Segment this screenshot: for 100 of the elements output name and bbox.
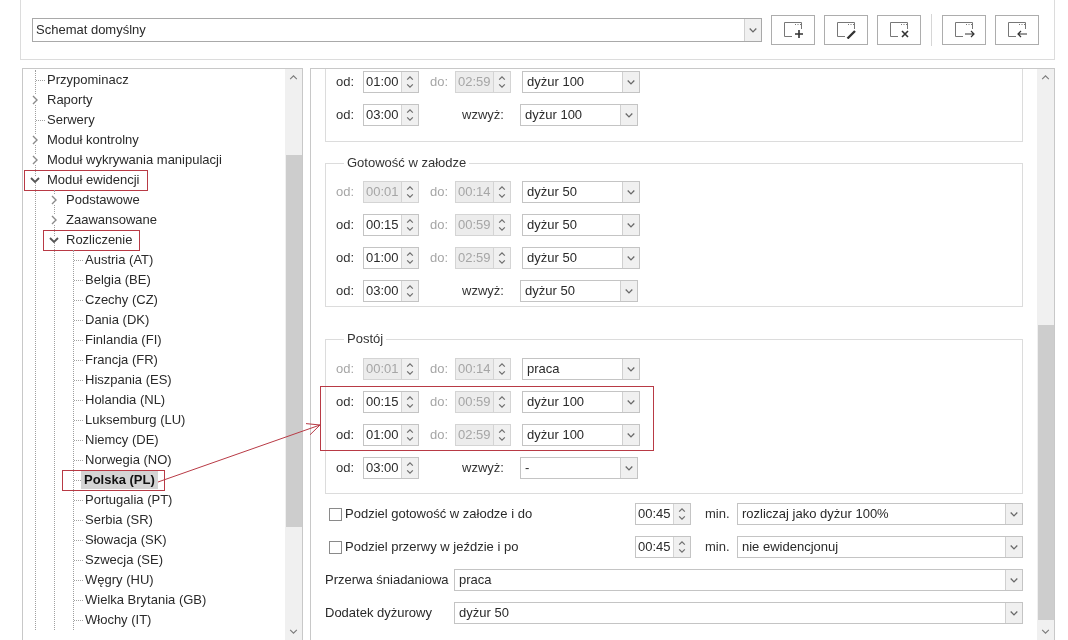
scrollbar[interactable]	[1037, 69, 1054, 640]
time-spinner[interactable]: 03:00	[363, 280, 419, 302]
to-label: do:	[430, 393, 450, 412]
spin-arrows-icon[interactable]	[401, 281, 418, 301]
chevron-down-icon[interactable]	[30, 177, 40, 183]
tree-item[interactable]: Podstawowe	[65, 191, 141, 209]
scrollbar-thumb[interactable]	[285, 155, 302, 527]
dropdown[interactable]: dyżur 100	[522, 424, 640, 446]
chevron-down-icon[interactable]	[1041, 629, 1050, 634]
spin-arrows-icon[interactable]	[673, 504, 690, 524]
chevron-up-icon[interactable]	[289, 75, 298, 80]
dropdown[interactable]: dyżur 100	[522, 391, 640, 413]
window-arrow-right-icon	[953, 20, 975, 39]
window-plus-icon	[782, 20, 804, 39]
time-spinner[interactable]: 00:15	[363, 391, 419, 413]
time-spinner[interactable]: 00:45	[635, 503, 691, 525]
spin-arrows-icon[interactable]	[401, 392, 418, 412]
time-spinner[interactable]: 01:00	[363, 424, 419, 446]
from-label: od:	[336, 393, 356, 412]
time-spinner[interactable]: 03:00	[363, 457, 419, 479]
edit-button[interactable]	[824, 14, 868, 45]
to-label: do:	[430, 183, 450, 202]
tree-item[interactable]: Polska (PL)	[81, 471, 158, 489]
tree-item[interactable]: Belgia (BE)	[84, 271, 152, 289]
checkbox[interactable]	[329, 507, 342, 521]
time-spinner[interactable]: 00:45	[635, 536, 691, 558]
upward-label: wzwyż:	[462, 282, 505, 301]
dropdown[interactable]: nie ewidencjonuj	[737, 536, 1023, 558]
tree-item[interactable]: Dania (DK)	[84, 311, 151, 329]
from-label: od:	[336, 73, 356, 92]
time-spinner[interactable]: 03:00	[363, 104, 419, 126]
tree-item[interactable]: Finlandia (FI)	[84, 331, 163, 349]
tree-item[interactable]: Rozliczenie	[65, 231, 134, 249]
dropdown[interactable]: dyżur 50	[522, 181, 640, 203]
dropdown[interactable]: praca	[522, 358, 640, 380]
tree-item[interactable]: Czechy (CZ)	[84, 291, 159, 309]
tree-item[interactable]: Przypominacz	[46, 71, 130, 89]
to-label: do:	[430, 249, 450, 268]
scrollbar-thumb[interactable]	[1037, 325, 1054, 620]
tree-item[interactable]: Moduł wykrywania manipulacji	[46, 151, 223, 169]
dropdown[interactable]: dyżur 100	[522, 71, 640, 93]
from-label: od:	[336, 216, 356, 235]
tree-item[interactable]: Luksemburg (LU)	[84, 411, 187, 429]
tree-item[interactable]: Portugalia (PT)	[84, 491, 174, 509]
checkbox[interactable]	[329, 540, 342, 554]
to-label: do:	[430, 360, 450, 379]
spin-arrows-icon[interactable]	[401, 105, 418, 125]
spin-arrows-icon[interactable]	[401, 72, 418, 92]
tree-item[interactable]: Niemcy (DE)	[84, 431, 160, 449]
tree-item[interactable]: Francja (FR)	[84, 351, 159, 369]
tree-item[interactable]: Szwecja (SE)	[84, 551, 165, 569]
add-button[interactable]	[771, 14, 815, 45]
tree-item[interactable]: Włochy (IT)	[84, 611, 153, 629]
scrollbar[interactable]	[285, 69, 302, 640]
tree-item[interactable]: Serwery	[46, 111, 96, 129]
to-label: do:	[430, 73, 450, 92]
time-spinner[interactable]: 01:00	[363, 247, 419, 269]
tree-item[interactable]: Hiszpania (ES)	[84, 371, 173, 389]
import-button[interactable]	[995, 14, 1039, 45]
tree-item[interactable]: Holandia (NL)	[84, 391, 167, 409]
time-spinner[interactable]: 00:15	[363, 214, 419, 236]
from-label: od:	[336, 360, 356, 379]
delete-button[interactable]	[877, 14, 921, 45]
chevron-right-icon[interactable]	[51, 215, 57, 225]
chevron-right-icon[interactable]	[32, 155, 38, 165]
checkbox-label: Podziel przerwy w jeździe i po	[345, 538, 520, 557]
tree-item[interactable]: Serbia (SR)	[84, 511, 154, 529]
spin-arrows-icon[interactable]	[401, 425, 418, 445]
chevron-right-icon[interactable]	[51, 195, 57, 205]
dropdown[interactable]: dyżur 50	[522, 247, 640, 269]
spin-arrows-icon[interactable]	[401, 458, 418, 478]
spin-arrows-icon[interactable]	[401, 248, 418, 268]
dropdown[interactable]: dyżur 50	[522, 214, 640, 236]
dropdown[interactable]: dyżur 50	[454, 602, 1023, 624]
tree-item[interactable]: Raporty	[46, 91, 94, 109]
spin-arrows-icon[interactable]	[673, 537, 690, 557]
unit-label: min.	[705, 505, 729, 524]
tree-item[interactable]: Austria (AT)	[84, 251, 155, 269]
dropdown[interactable]: dyżur 100	[520, 104, 638, 126]
tree-item[interactable]: Słowacja (SK)	[84, 531, 168, 549]
chevron-up-icon[interactable]	[1041, 75, 1050, 80]
chevron-right-icon[interactable]	[32, 135, 38, 145]
tree-item[interactable]: Węgry (HU)	[84, 571, 155, 589]
spin-arrows-icon[interactable]	[401, 215, 418, 235]
tree-item[interactable]: Moduł kontrolny	[46, 131, 140, 149]
chevron-right-icon[interactable]	[32, 95, 38, 105]
time-spinner[interactable]: 01:00	[363, 71, 419, 93]
dropdown[interactable]: -	[520, 457, 638, 479]
dropdown[interactable]: dyżur 50	[520, 280, 638, 302]
upward-label: wzwyż:	[462, 459, 505, 478]
tree-item[interactable]: Moduł ewidencji	[46, 171, 141, 189]
dropdown[interactable]: rozliczaj jako dyżur 100%	[737, 503, 1023, 525]
chevron-down-icon[interactable]	[289, 629, 298, 634]
tree-item[interactable]: Zaawansowane	[65, 211, 159, 229]
scheme-dropdown[interactable]: Schemat domyślny	[32, 17, 762, 42]
chevron-down-icon[interactable]	[49, 237, 59, 243]
tree-item[interactable]: Wielka Brytania (GB)	[84, 591, 208, 609]
dropdown[interactable]: praca	[454, 569, 1023, 591]
export-button[interactable]	[942, 14, 986, 45]
tree-item[interactable]: Norwegia (NO)	[84, 451, 173, 469]
